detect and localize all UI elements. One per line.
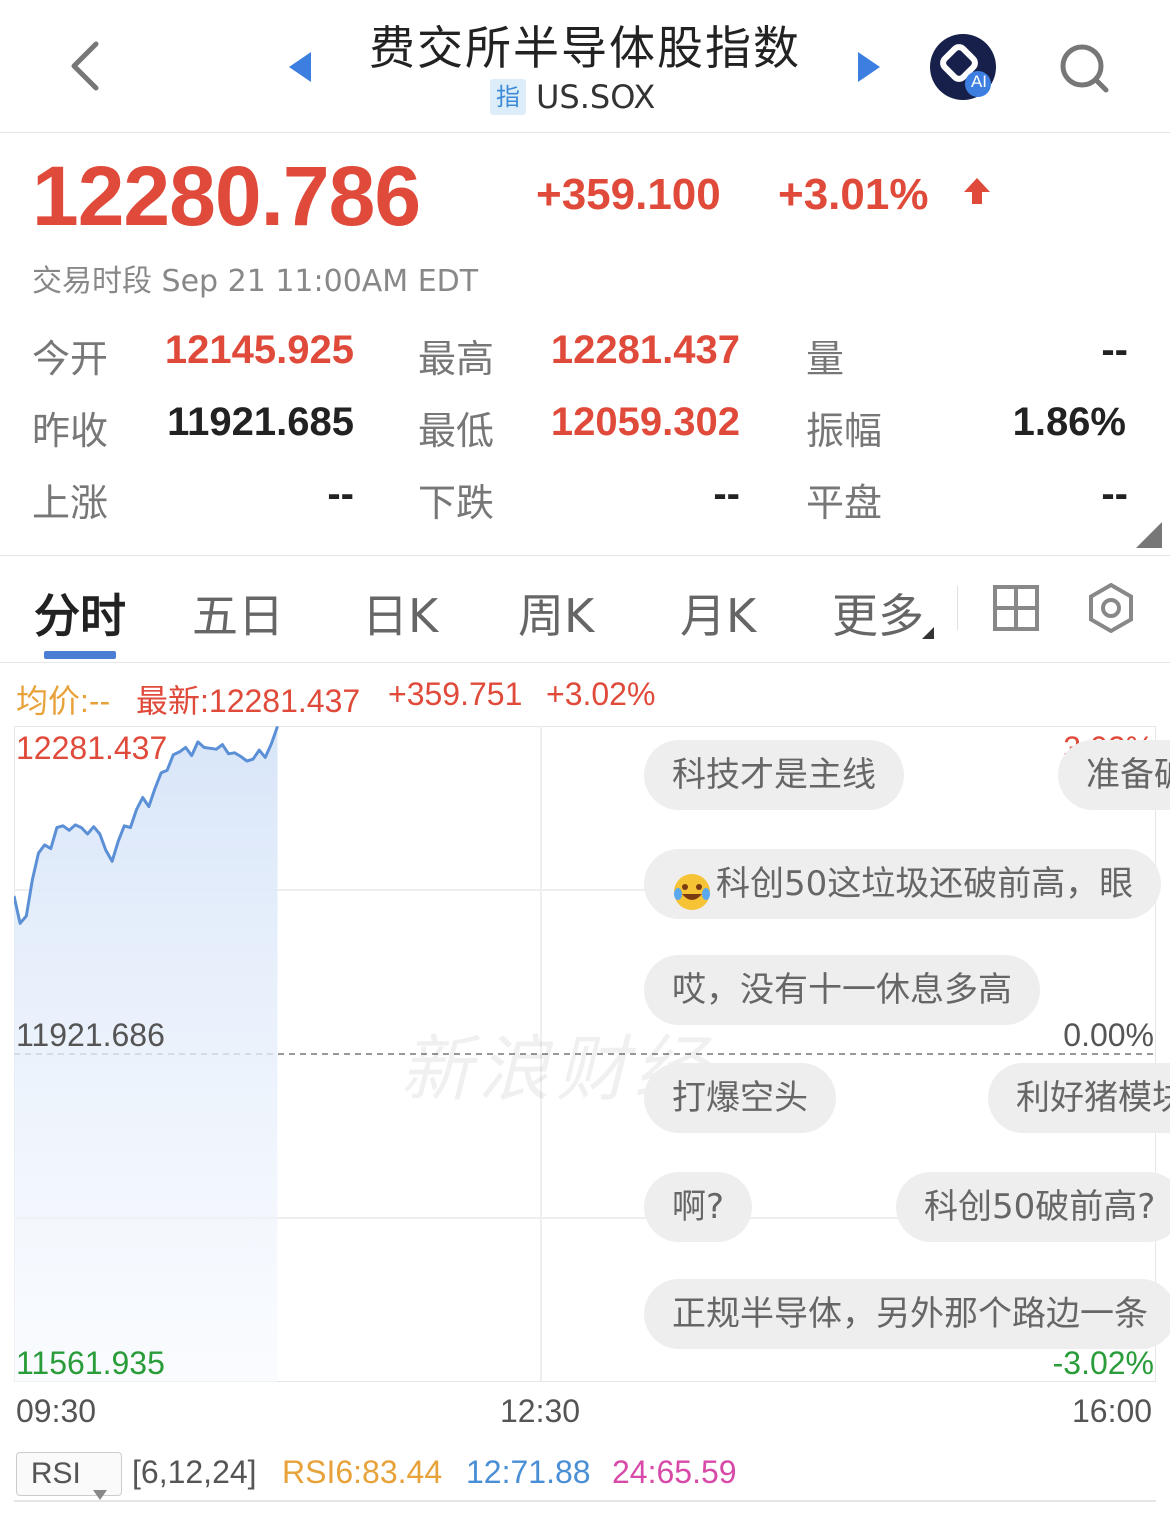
up-arrow-icon [962, 176, 992, 206]
symbol-code: US.SOX [536, 78, 656, 116]
tab-five-day[interactable]: 五日 [192, 580, 284, 646]
comment-bubble[interactable]: 啊? [644, 1172, 753, 1242]
comment-bubble[interactable]: 科创50这垃圾还破前高，眼 [644, 849, 1162, 919]
comment-bubble[interactable]: 利好猪模块 [988, 1063, 1170, 1133]
stat-label-decline: 下跌 [418, 481, 495, 525]
stat-label-open: 今开 [32, 337, 109, 381]
stat-value-prev-close: 11921.685 [167, 400, 354, 444]
tab-divider [957, 586, 958, 630]
x-tick-open: 09:30 [16, 1393, 97, 1429]
y-tick-high: 12281.437 [16, 730, 168, 766]
comment-bubble[interactable]: 科创50破前高? [896, 1172, 1170, 1242]
rsi-params: [6,12,24] [132, 1454, 257, 1490]
stat-value-high: 12281.437 [550, 328, 740, 372]
stat-label-unchanged: 平盘 [806, 481, 883, 525]
y-tick-low: 11561.935 [16, 1345, 165, 1381]
comment-bubble[interactable]: 科技才是主线 [644, 740, 904, 810]
top-bar: 费交所半导体股指数 指 US.SOX AI [0, 0, 1170, 133]
ai-assistant-button[interactable]: AI [928, 32, 998, 102]
laughing-emoji-icon [672, 866, 712, 910]
stat-value-open: 12145.925 [164, 328, 354, 372]
latest-change-pct-label: +3.02% [546, 676, 656, 712]
next-symbol-icon[interactable] [856, 50, 882, 84]
rsi12-value: 12:71.88 [466, 1454, 591, 1490]
y-tick-right-low: -3.02% [1052, 1345, 1154, 1381]
active-tab-indicator [44, 651, 116, 659]
price-change-pct: +3.01% [778, 170, 929, 219]
stat-value-low: 12059.302 [550, 400, 740, 444]
y-tick-mid: 11921.686 [16, 1017, 165, 1053]
symbol-line: 指 US.SOX [490, 78, 655, 116]
comment-bubble[interactable]: 准备破 [1058, 740, 1170, 810]
tab-intraday[interactable]: 分时 [34, 580, 126, 646]
price-change: +359.100 [536, 170, 721, 219]
avg-price-label: 均价:-- [16, 683, 111, 719]
tab-monthly-k[interactable]: 月K [680, 580, 756, 646]
rsi6-value: RSI6:83.44 [282, 1454, 443, 1490]
back-icon[interactable] [62, 38, 110, 94]
tab-weekly-k[interactable]: 周K [518, 580, 594, 646]
indicator-selector[interactable]: RSI [16, 1452, 122, 1501]
dropdown-caret-icon [93, 1470, 108, 1501]
x-tick-mid: 12:30 [500, 1393, 581, 1429]
stat-label-high: 最高 [418, 337, 495, 381]
stat-label-low: 最低 [418, 409, 495, 453]
expand-corner-icon[interactable] [1136, 522, 1162, 548]
comment-text: 科创50这垃圾还破前高，眼 [716, 864, 1134, 904]
tab-more[interactable]: 更多 [832, 580, 924, 646]
tab-daily-k[interactable]: 日K [362, 580, 438, 646]
latest-price-label: 最新:12281.437 [136, 683, 361, 719]
stat-label-amplitude: 振幅 [806, 409, 883, 453]
search-icon[interactable] [1058, 42, 1110, 94]
comment-bubble[interactable]: 打爆空头 [644, 1063, 836, 1133]
latest-change-label: +359.751 [388, 676, 523, 712]
stat-value-unchanged: -- [1101, 472, 1128, 516]
stat-value-amplitude: 1.86% [1012, 400, 1126, 444]
settings-icon[interactable] [1086, 582, 1136, 634]
price-area-fill [14, 726, 278, 1382]
session-time: 交易时段 Sep 21 11:00AM EDT [32, 264, 479, 299]
period-tabs: 分时 五日 日K 周K 月K 更多 [0, 555, 1170, 663]
x-tick-close: 16:00 [1072, 1393, 1153, 1429]
more-caret-icon [922, 624, 934, 639]
stat-label-volume: 量 [806, 337, 845, 381]
index-badge: 指 [490, 79, 526, 115]
rsi-panel-top-border [14, 1500, 1156, 1502]
rsi24-value: 24:65.59 [612, 1454, 737, 1490]
stat-value-decline: -- [713, 472, 740, 516]
stat-value-advance: -- [327, 472, 354, 516]
indicator-selector-label: RSI [30, 1457, 81, 1490]
stat-label-advance: 上涨 [32, 481, 109, 525]
comment-bubble[interactable]: 正规半导体，另外那个路边一条 [644, 1279, 1170, 1349]
y-tick-right-mid: 0.00% [1063, 1017, 1154, 1053]
last-price: 12280.786 [32, 149, 421, 243]
ai-label: AI [970, 72, 988, 91]
comment-bubble[interactable]: 哎，没有十一休息多高 [644, 955, 1040, 1025]
page-title: 费交所半导体股指数 [369, 21, 801, 75]
layout-grid-icon[interactable] [992, 584, 1040, 632]
stat-value-volume: -- [1101, 328, 1128, 372]
stat-label-prev-close: 昨收 [32, 409, 109, 453]
